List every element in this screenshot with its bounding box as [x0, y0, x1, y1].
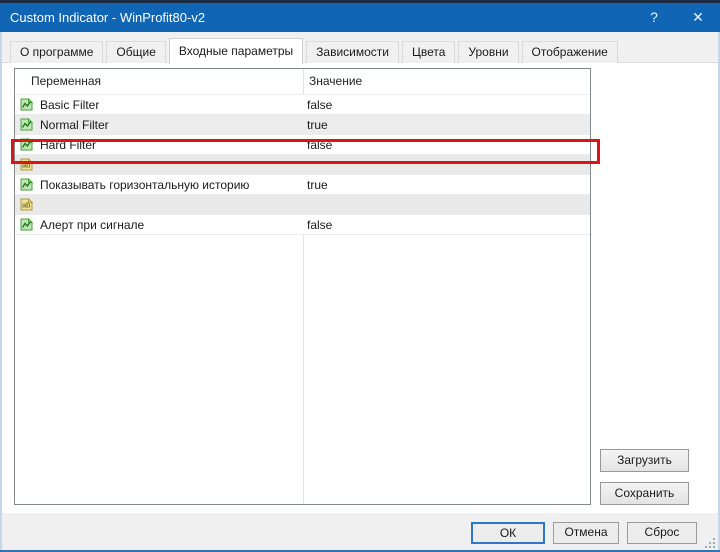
- param-value[interactable]: true: [303, 118, 590, 132]
- tab-label: Уровни: [468, 45, 508, 59]
- tab-2[interactable]: Входные параметры: [169, 38, 303, 64]
- tab-4[interactable]: Цвета: [402, 41, 455, 63]
- save-button[interactable]: Сохранить: [600, 482, 689, 505]
- resize-grip[interactable]: [704, 537, 715, 548]
- chart-param-icon: [20, 98, 33, 111]
- table-rows: ab Basic Filter false ab Nor: [15, 95, 590, 235]
- param-row[interactable]: ab: [15, 155, 590, 175]
- svg-text:ab: ab: [22, 161, 30, 170]
- close-button[interactable]: ✕: [676, 3, 720, 32]
- window-border-left: [0, 32, 2, 552]
- param-value[interactable]: false: [303, 138, 590, 152]
- tab-0[interactable]: О программе: [10, 41, 103, 63]
- param-name-cell: ab: [15, 158, 303, 171]
- param-name-cell: ab: [15, 198, 303, 211]
- param-value[interactable]: false: [303, 218, 590, 232]
- tab-5[interactable]: Уровни: [458, 41, 518, 63]
- tab-label: Общие: [116, 45, 155, 59]
- chart-param-icon: [20, 178, 33, 191]
- close-icon: ✕: [692, 9, 704, 25]
- param-value[interactable]: true: [303, 178, 590, 192]
- param-row[interactable]: ab: [15, 195, 590, 215]
- chart-param-icon: [20, 138, 33, 151]
- param-name: Показывать горизонтальную историю: [40, 178, 249, 192]
- param-name-cell: ab Алерт при сигнале: [15, 218, 303, 232]
- cancel-button[interactable]: Отмена: [553, 522, 619, 544]
- help-icon: ?: [650, 9, 658, 25]
- tab-label: Входные параметры: [179, 44, 293, 58]
- tab-label: Отображение: [532, 45, 608, 59]
- param-name-cell: ab Показывать горизонтальную историю: [15, 178, 303, 192]
- param-name: Normal Filter: [40, 118, 109, 132]
- param-row[interactable]: ab Алерт при сигнале false: [15, 215, 590, 235]
- param-name-cell: ab Hard Filter: [15, 138, 303, 152]
- column-header-value: Значение: [303, 69, 590, 94]
- tab-label: О программе: [20, 45, 93, 59]
- svg-text:ab: ab: [22, 201, 30, 210]
- tab-6[interactable]: Отображение: [522, 41, 618, 63]
- string-param-icon: ab: [20, 158, 33, 171]
- param-row[interactable]: ab Показывать горизонтальную историю tru…: [15, 175, 590, 195]
- param-row[interactable]: ab Normal Filter true: [15, 115, 590, 135]
- custom-indicator-dialog: Custom Indicator - WinProfit80-v2 ? ✕ О …: [0, 0, 720, 552]
- param-name-cell: ab Normal Filter: [15, 118, 303, 132]
- parameters-table: Переменная Значение ab B: [14, 68, 591, 505]
- param-name: Hard Filter: [40, 138, 96, 152]
- chart-param-icon: [20, 218, 33, 231]
- param-name-cell: ab Basic Filter: [15, 98, 303, 112]
- param-value[interactable]: false: [303, 98, 590, 112]
- tab-label: Цвета: [412, 45, 445, 59]
- title-bar[interactable]: Custom Indicator - WinProfit80-v2 ? ✕: [0, 0, 720, 32]
- help-button[interactable]: ?: [632, 3, 676, 32]
- ok-button[interactable]: ОК: [471, 522, 545, 544]
- chart-param-icon: [20, 118, 33, 131]
- param-row[interactable]: ab Basic Filter false: [15, 95, 590, 115]
- param-name: Алерт при сигнале: [40, 218, 144, 232]
- window-title: Custom Indicator - WinProfit80-v2: [0, 10, 632, 25]
- load-button[interactable]: Загрузить: [600, 449, 689, 472]
- tab-bar: О программе Общие Входные параметры Зави…: [10, 34, 714, 63]
- param-row[interactable]: ab Hard Filter false: [15, 135, 590, 155]
- tab-1[interactable]: Общие: [106, 41, 165, 63]
- reset-button[interactable]: Сброс: [627, 522, 697, 544]
- tab-3[interactable]: Зависимости: [306, 41, 399, 63]
- tab-label: Зависимости: [316, 45, 389, 59]
- column-header-variable: Переменная: [15, 69, 303, 94]
- string-param-icon: ab: [20, 198, 33, 211]
- input-parameters-page: Переменная Значение ab B: [2, 62, 718, 513]
- param-name: Basic Filter: [40, 98, 99, 112]
